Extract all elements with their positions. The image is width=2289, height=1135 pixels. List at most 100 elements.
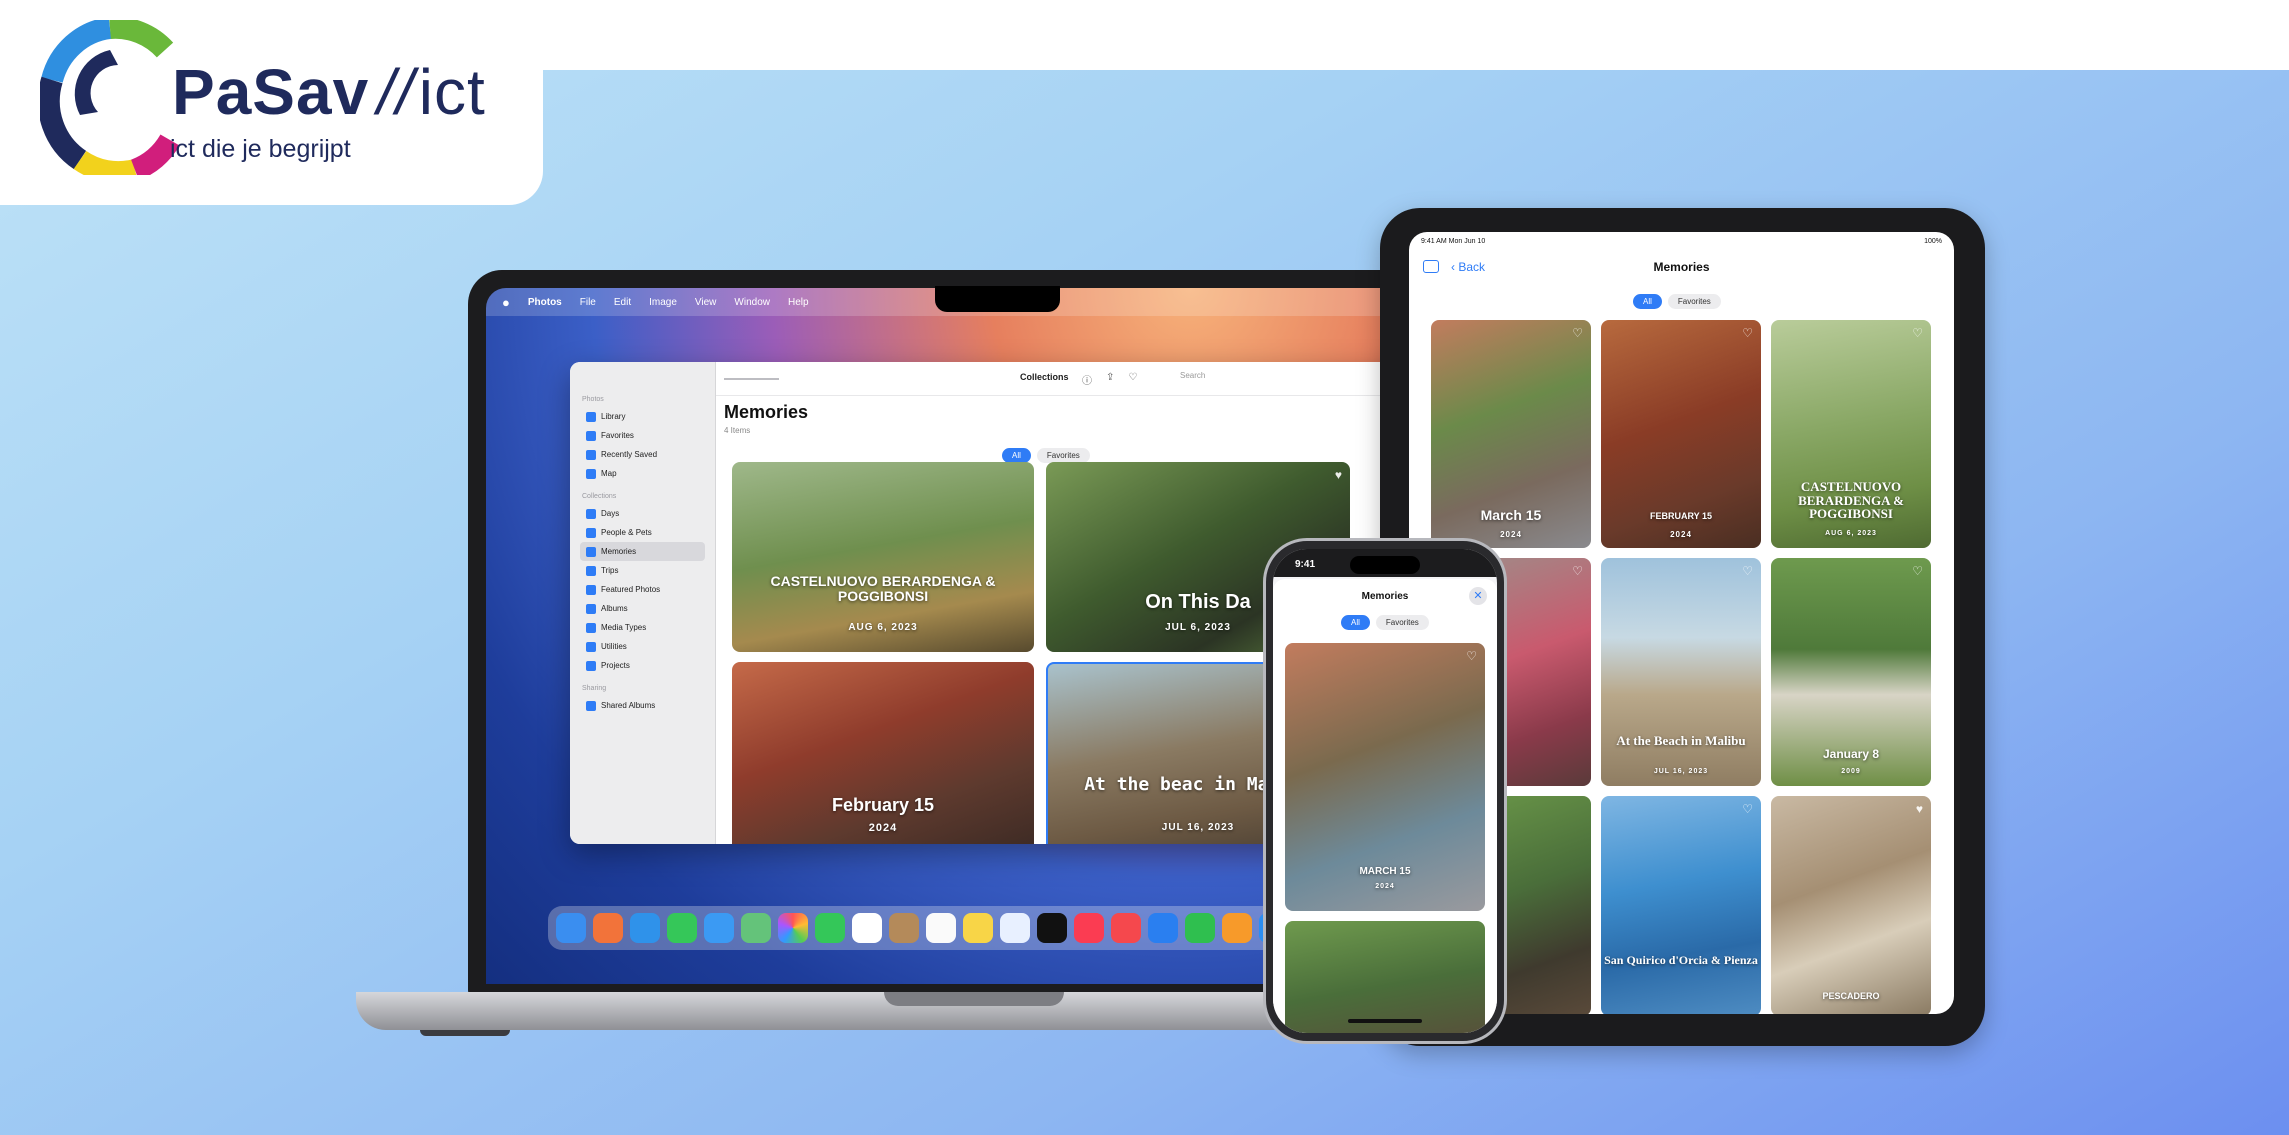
filter-segment: All Favorites — [1002, 448, 1090, 463]
heart-icon[interactable]: ♡ — [1572, 326, 1583, 340]
heart-icon[interactable]: ♡ — [1742, 802, 1753, 816]
apple-menu-icon[interactable]: ● — [502, 295, 510, 310]
memory-tile[interactable]: February 15 2024 — [732, 662, 1034, 844]
reminders-icon[interactable] — [926, 913, 956, 943]
mail-icon[interactable] — [704, 913, 734, 943]
maps-icon[interactable] — [741, 913, 771, 943]
memory-tile[interactable]: ♡ March 15 2024 — [1431, 320, 1591, 548]
logo-card[interactable]: PaSav//ict ict die je begrijpt — [0, 0, 543, 205]
sidebar-item-media-types[interactable]: Media Types — [580, 618, 705, 637]
iphone-screen: 9:41 Memories ✕ All Favorites ♡ MARCH 15… — [1273, 549, 1497, 1033]
memory-date: 2024 — [1670, 530, 1692, 539]
numbers-icon[interactable] — [1185, 913, 1215, 943]
segment-all[interactable]: All — [1002, 448, 1031, 463]
memory-title: CASTELNUOVO BERARDENGA & POGGIBONSI — [1798, 479, 1904, 522]
news-icon[interactable] — [1111, 913, 1141, 943]
photos-icon[interactable] — [778, 913, 808, 943]
sidebar-item-shared-albums[interactable]: Shared Albums — [580, 696, 705, 715]
info-icon[interactable]: ⓘ — [1082, 372, 1092, 387]
sidebar-item-map[interactable]: Map — [580, 464, 705, 483]
menu-view[interactable]: View — [695, 297, 717, 308]
memory-title: March 15 — [1480, 507, 1542, 523]
pages-icon[interactable] — [1222, 913, 1252, 943]
sidebar-item-library[interactable]: Library — [580, 407, 705, 426]
heart-icon[interactable]: ♡ — [1466, 649, 1477, 663]
messages-icon[interactable] — [667, 913, 697, 943]
safari-icon[interactable] — [630, 913, 660, 943]
segment-all[interactable]: All — [1633, 294, 1662, 309]
freeform-icon[interactable] — [1000, 913, 1030, 943]
search-input[interactable]: Search — [1166, 371, 1296, 387]
memory-title: MARCH 15 — [1359, 866, 1411, 877]
ipad-page-title: Memories — [1653, 260, 1710, 274]
memory-tile[interactable]: ♡ MARCH 15 2024 — [1285, 643, 1485, 911]
shared-albums-icon — [586, 700, 596, 711]
sidebar-item-trips[interactable]: Trips — [580, 561, 705, 580]
memory-tile[interactable]: ♥ PESCADERO — [1771, 796, 1931, 1014]
memory-tile[interactable]: ♡ January 8 2009 — [1771, 558, 1931, 786]
heart-icon[interactable]: ♡ — [1912, 564, 1923, 578]
sidebar-heading-collections: Collections — [582, 493, 617, 500]
notes-icon[interactable] — [963, 913, 993, 943]
launchpad-icon[interactable] — [593, 913, 623, 943]
pasav-logo-mark-icon — [40, 20, 180, 175]
zoom-slider[interactable] — [724, 378, 779, 380]
contacts-icon[interactable] — [889, 913, 919, 943]
heart-icon[interactable]: ♡ — [1742, 326, 1753, 340]
menu-edit[interactable]: Edit — [614, 297, 631, 308]
memory-tile[interactable]: CASTELNUOVO BERARDENGA & POGGIBONSI AUG … — [732, 462, 1034, 652]
menu-help[interactable]: Help — [788, 297, 809, 308]
segment-favorites[interactable]: Favorites — [1667, 294, 1721, 309]
macbook-base-notch — [884, 992, 1064, 1006]
memory-tile[interactable] — [1285, 921, 1485, 1033]
macbook-notch — [935, 286, 1060, 312]
apple-tv-icon[interactable] — [1037, 913, 1067, 943]
memory-date: 2024 — [868, 822, 898, 834]
memory-title: CASTELNUOVO BERARDENGA & POGGIBONSI — [770, 573, 996, 604]
sidebar-item-favorites[interactable]: Favorites — [580, 426, 705, 445]
music-icon[interactable] — [1074, 913, 1104, 943]
heart-icon — [586, 430, 596, 441]
home-indicator[interactable] — [1348, 1019, 1422, 1023]
people-icon — [586, 527, 596, 538]
menu-app-name[interactable]: Photos — [528, 297, 562, 308]
sidebar-item-people-pets[interactable]: People & Pets — [580, 523, 705, 542]
segment-favorites[interactable]: Favorites — [1036, 448, 1090, 463]
heart-icon[interactable]: ♡ — [1912, 326, 1923, 340]
memory-tile[interactable]: ♡ San Quirico d'Orcia & Pienza — [1601, 796, 1761, 1014]
memory-tile[interactable]: ♡ CASTELNUOVO BERARDENGA & POGGIBONSI AU… — [1771, 320, 1931, 548]
page-title: Memories — [724, 402, 809, 422]
memory-date: AUG 6, 2023 — [848, 622, 918, 633]
iphone-memories-sheet: Memories ✕ All Favorites ♡ MARCH 15 2024 — [1273, 579, 1497, 1033]
heart-icon[interactable]: ♡ — [1128, 372, 1137, 387]
heart-icon[interactable]: ♥ — [1916, 802, 1923, 816]
sidebar-item-memories[interactable]: Memories — [580, 542, 705, 561]
menu-image[interactable]: Image — [649, 297, 677, 308]
memory-tile[interactable]: ♡ At the Beach in Malibu JUL 16, 2023 — [1601, 558, 1761, 786]
close-icon[interactable]: ✕ — [1469, 587, 1487, 605]
sidebar-item-projects[interactable]: Projects — [580, 656, 705, 675]
heart-icon[interactable]: ♡ — [1742, 564, 1753, 578]
finder-icon[interactable] — [556, 913, 586, 943]
facetime-icon[interactable] — [815, 913, 845, 943]
sidebar-item-recently-saved[interactable]: Recently Saved — [580, 445, 705, 464]
sidebar-item-albums[interactable]: Albums — [580, 599, 705, 618]
memory-tile[interactable]: ♡ FEBRUARY 15 2024 — [1601, 320, 1761, 548]
menu-window[interactable]: Window — [734, 297, 770, 308]
calendar-icon[interactable] — [852, 913, 882, 943]
keynote-icon[interactable] — [1148, 913, 1178, 943]
sidebar-item-days[interactable]: Days — [580, 504, 705, 523]
iphone-filter-segment: All Favorites — [1341, 615, 1429, 630]
ipad-status-battery: 100% — [1924, 238, 1942, 245]
heart-icon[interactable]: ♥ — [1335, 468, 1342, 482]
heart-icon[interactable]: ♡ — [1572, 564, 1583, 578]
folder-icon — [586, 660, 596, 671]
segment-favorites[interactable]: Favorites — [1375, 615, 1429, 630]
sidebar-item-utilities[interactable]: Utilities — [580, 637, 705, 656]
logo-wordmark: PaSav//ict — [172, 56, 486, 128]
menu-file[interactable]: File — [580, 297, 596, 308]
sidebar-heading-sharing: Sharing — [582, 685, 607, 692]
share-icon[interactable]: ⇪ — [1106, 372, 1114, 387]
sidebar-item-featured-photos[interactable]: Featured Photos — [580, 580, 705, 599]
segment-all[interactable]: All — [1341, 615, 1370, 630]
